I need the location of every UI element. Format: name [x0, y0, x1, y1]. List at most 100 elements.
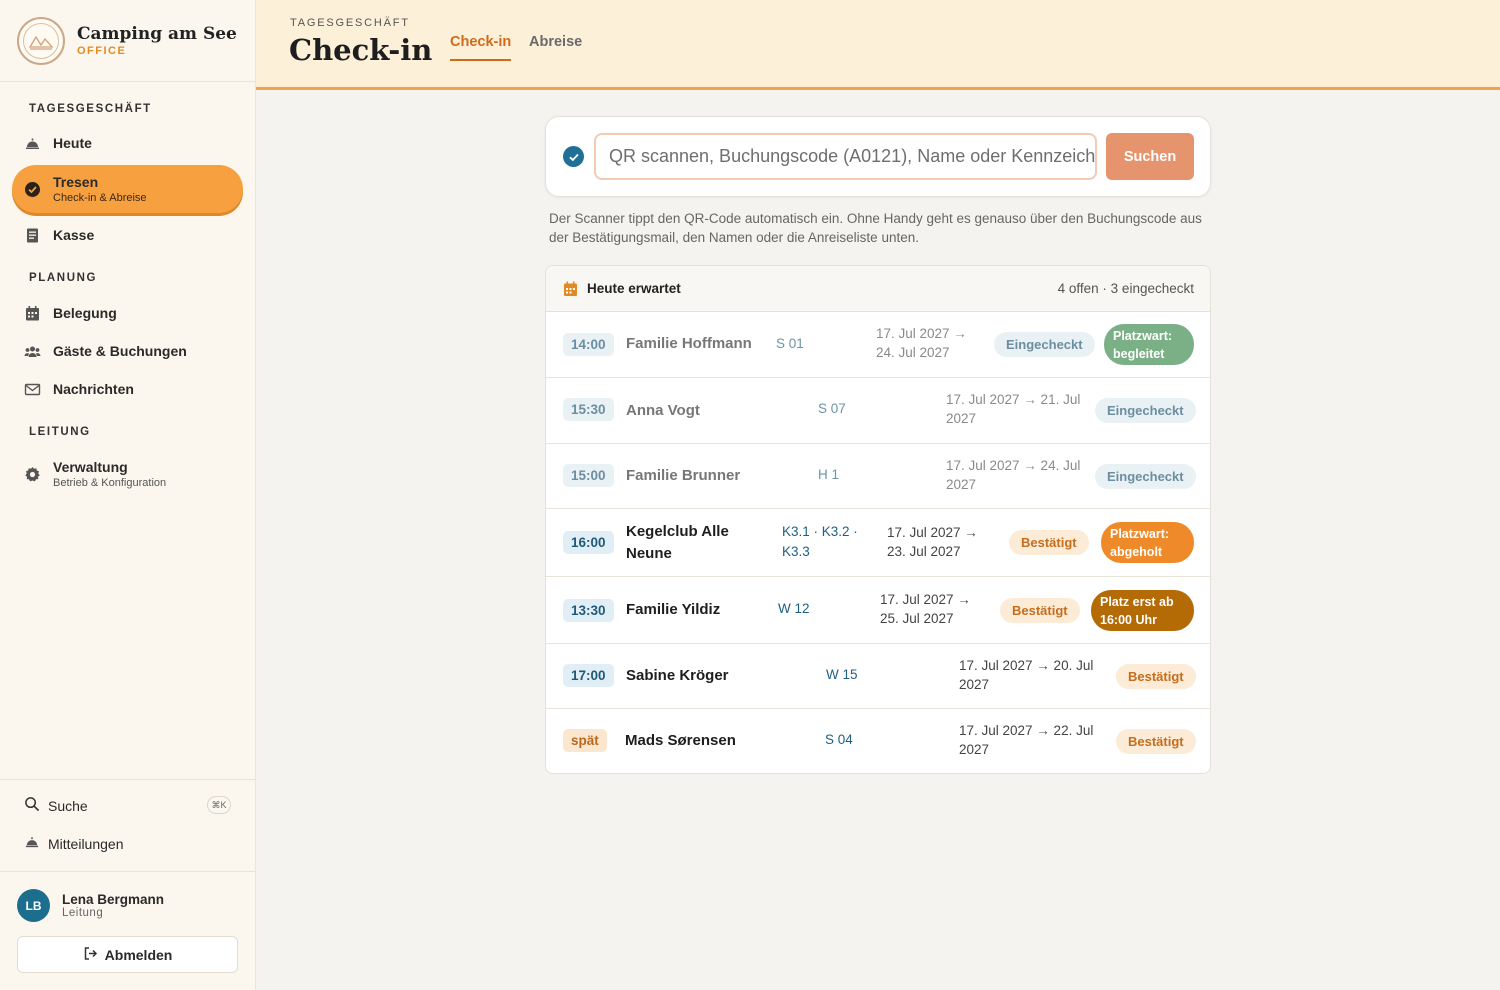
status-badge: Eingecheckt [994, 332, 1095, 357]
logout-label: Abmelden [104, 946, 173, 963]
users-icon [24, 343, 41, 360]
status-badge: Eingecheckt [1095, 464, 1196, 489]
section-label-tagesgeschaeft: TAGESGESCHÄFT [29, 103, 152, 115]
stay-dates: 17. Jul 2027 → 21. Jul 2027 [946, 392, 1081, 426]
sidebar-item-tresen[interactable]: Tresen Check-in & Abreise [12, 165, 243, 213]
status-badge: Bestätigt [1116, 729, 1196, 754]
sidebar-item-sublabel: Check-in & Abreise [53, 192, 147, 204]
search-button[interactable]: Suchen [1106, 133, 1194, 180]
sidebar-item-gaeste-buchungen[interactable]: Gäste & Buchungen [12, 340, 243, 362]
header-eyebrow: TAGESGESCHÄFT [290, 17, 410, 29]
calendar-icon [564, 281, 577, 296]
plot-number: W 15 [826, 667, 858, 682]
check-circle-icon [24, 181, 41, 198]
status-badge: Bestätigt [1009, 530, 1089, 555]
logout-icon [83, 946, 105, 964]
guest-name: Familie Yildiz [626, 601, 721, 618]
sidebar-utilities [0, 779, 255, 780]
plot-number: H 1 [818, 467, 840, 482]
sidebar-item-verwaltung[interactable]: Verwaltung Betrieb & Konfiguration [12, 456, 243, 492]
mail-icon [24, 381, 41, 398]
brand-subtitle: OFFICE [77, 44, 127, 57]
stay-dates: 17. Jul 2027 → 25. Jul 2027 [880, 592, 971, 626]
tab-check-in[interactable]: Check-in [450, 34, 512, 61]
sidebar-item-belegung[interactable]: Belegung [12, 302, 243, 324]
page-header: TAGESGESCHÄFT Check-in Check-in Abreise [256, 0, 1500, 90]
search-icon [24, 796, 40, 815]
bell-icon [24, 135, 41, 152]
sidebar-item-label: Nachrichten [53, 381, 134, 397]
calendar-icon [24, 305, 41, 322]
status-badge: Eingecheckt [1095, 398, 1196, 423]
note-badge: Platzwart: abgeholt [1101, 522, 1194, 563]
sidebar-item-label: Verwaltung [53, 459, 128, 475]
section-label-leitung: LEITUNG [29, 426, 91, 438]
section-label-planung: PLANUNG [29, 272, 98, 284]
arrival-time: 13:30 [563, 599, 614, 622]
tab-abreise[interactable]: Abreise [529, 34, 582, 59]
stay-dates: 17. Jul 2027 → 22. Jul 2027 [959, 723, 1094, 757]
table-row[interactable]: 13:30 Familie Yildiz W 12 17. Jul 2027 →… [546, 577, 1210, 644]
logout-button[interactable]: Abmelden [17, 936, 238, 973]
sidebar-item-sublabel: Betrieb & Konfiguration [53, 477, 167, 489]
sidebar: Camping am See OFFICE TAGESGESCHÄFT Heut… [0, 0, 256, 990]
sidebar-notifications-label: Mitteilungen [48, 835, 124, 852]
status-badge: Bestätigt [1116, 664, 1196, 689]
arrivals-header: Heute erwartet 4 offen · 3 eingecheckt [546, 266, 1210, 312]
arrivals-count: 4 offen · 3 eingecheckt [1057, 281, 1194, 296]
sidebar-item-kasse[interactable]: Kasse [12, 224, 243, 246]
arrival-time: 14:00 [563, 333, 614, 356]
table-row[interactable]: 16:00 Kegelclub Alle Neune K3.1 · K3.2 ·… [546, 509, 1210, 577]
arrival-time: 15:00 [563, 464, 614, 487]
sidebar-item-label: Belegung [53, 305, 117, 321]
plot-number: K3.1 · K3.2 · K3.3 [782, 524, 858, 559]
user-name: Lena Bergmann [62, 892, 165, 907]
sidebar-search[interactable]: Suche [24, 796, 88, 815]
guest-name: Mads Sørensen [625, 732, 736, 749]
table-row[interactable]: spät Mads Sørensen S 04 17. Jul 2027 → 2… [546, 709, 1210, 773]
stay-dates: 17. Jul 2027 → 24. Jul 2027 [876, 326, 967, 360]
gear-icon [24, 466, 41, 483]
table-row[interactable]: 15:00 Familie Brunner H 1 17. Jul 2027 →… [546, 444, 1210, 509]
guest-name: Kegelclub Alle Neune [626, 523, 729, 562]
page-title: Check-in [289, 33, 433, 67]
guest-name: Familie Hoffmann [626, 335, 752, 352]
table-row[interactable]: 17:00 Sabine Kröger W 15 17. Jul 2027 → … [546, 644, 1210, 709]
guest-name: Familie Brunner [626, 467, 741, 484]
arrival-time: spät [563, 729, 607, 752]
sidebar-item-heute[interactable]: Heute [12, 132, 243, 154]
sidebar-item-label: Gäste & Buchungen [53, 343, 187, 359]
sidebar-item-label: Kasse [53, 227, 95, 243]
plot-number: S 01 [776, 336, 804, 351]
brand-title: Camping am See [77, 23, 237, 44]
logo [17, 16, 65, 65]
plot-number: S 04 [825, 732, 853, 747]
user-block: LB Lena Bergmann Leitung Abmelden [0, 871, 255, 990]
arrival-time: 16:00 [563, 531, 614, 554]
shortcut-badge: ⌘K [207, 796, 231, 814]
plot-number: S 07 [818, 401, 846, 416]
status-badge: Bestätigt [1000, 598, 1080, 623]
user-role: Leitung [62, 907, 104, 919]
guest-name: Sabine Kröger [626, 667, 729, 684]
stay-dates: 17. Jul 2027 → 23. Jul 2027 [887, 525, 978, 559]
brand: Camping am See OFFICE [0, 0, 255, 82]
table-row[interactable]: 15:30 Anna Vogt S 07 17. Jul 2027 → 21. … [546, 378, 1210, 444]
avatar: LB [17, 889, 50, 922]
stay-dates: 17. Jul 2027 → 24. Jul 2027 [946, 458, 1081, 492]
sidebar-notifications[interactable]: Mitteilungen [24, 834, 124, 853]
sidebar-search-label: Suche [48, 797, 88, 814]
table-row[interactable]: 14:00 Familie Hoffmann S 01 17. Jul 2027… [546, 312, 1210, 378]
sidebar-item-nachrichten[interactable]: Nachrichten [12, 378, 243, 400]
arrivals-list: Heute erwartet 4 offen · 3 eingecheckt 1… [545, 265, 1211, 774]
arrival-time: 17:00 [563, 664, 614, 687]
search-input[interactable] [594, 133, 1097, 180]
bell-icon [24, 834, 40, 853]
note-badge: Platz erst ab 16:00 Uhr [1091, 590, 1194, 631]
receipt-icon [24, 227, 41, 244]
guest-name: Anna Vogt [626, 402, 700, 419]
search-card: Suchen [545, 116, 1211, 197]
check-circle-icon [563, 146, 584, 167]
sidebar-item-label: Tresen [53, 174, 99, 190]
search-hint: Der Scanner tippt den QR-Code automatisc… [549, 211, 1202, 245]
